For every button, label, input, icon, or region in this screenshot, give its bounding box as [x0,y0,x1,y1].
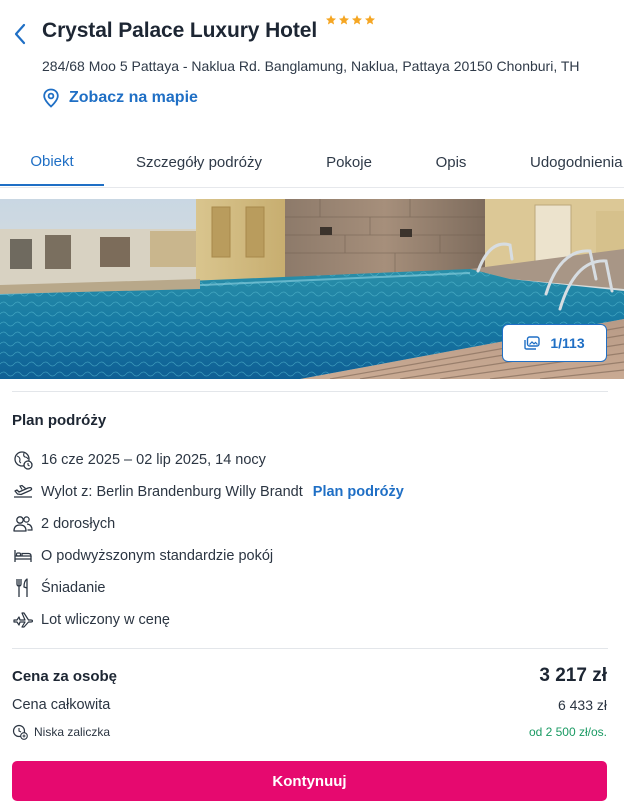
globe-calendar-icon [13,451,33,470]
trip-dates: 16 cze 2025 – 02 lip 2025, 14 nocy [41,452,266,468]
photo-counter-label: 1/113 [550,335,585,351]
board-type: Śniadanie [41,580,106,596]
star-icon [352,15,362,25]
total-price-value: 6 433 zł [557,697,607,713]
low-deposit-value: od 2 500 zł/os. [528,725,607,739]
price-per-person-label: Cena za osobę [12,668,118,685]
tab-amenities[interactable]: Udogodnienia [512,138,624,186]
trip-dates-row: 16 cze 2025 – 02 lip 2025, 14 nocy [12,449,266,471]
flight-row: Lot wliczony w cenę [12,609,170,631]
tab-trip-details[interactable]: Szczegóły podróży [118,138,280,186]
plane-icon [12,612,33,628]
divider [12,391,608,392]
room-row: O podwyższonym standardzie pokój [12,545,273,567]
hotel-name: Crystal Palace Luxury Hotel [42,19,318,42]
plane-takeoff-icon [13,484,32,498]
tab-obiekt[interactable]: Obiekt [0,138,104,186]
room-type: O podwyższonym standardzie pokój [41,548,274,564]
low-deposit-row: Niska zaliczka [12,724,110,740]
star-icon [326,15,336,25]
chevron-left-icon [14,23,26,45]
star-rating [325,14,376,26]
deposit-icon [12,724,28,740]
guests-row: 2 dorosłych [12,513,115,535]
tab-rooms[interactable]: Pokoje [308,138,390,186]
board-row: Śniadanie [12,577,106,599]
see-on-map-label: Zobacz na mapie [69,89,198,106]
see-on-map-link[interactable]: Zobacz na mapie [42,88,198,108]
departure-row: Wylot z: Berlin Brandenburg Willy Brandt… [12,481,404,503]
trip-plan-title: Plan podróży [12,412,107,429]
hotel-header: Crystal Palace Luxury Hotel 284/68 Moo 5… [0,0,624,130]
star-icon [339,15,349,25]
tab-description[interactable]: Opis [416,138,486,186]
low-deposit-label: Niska zaliczka [34,725,111,739]
cutlery-icon [15,578,28,597]
section-tabs: Obiekt Szczegóły podróży Pokoje Opis Udo… [0,138,624,188]
map-pin-icon [43,88,59,108]
bed-icon [13,550,32,562]
users-icon [12,516,33,532]
price-per-person-value: 3 217 zł [539,665,607,686]
continue-button[interactable]: Kontynuuj [12,761,607,801]
departure-airport: Wylot z: Berlin Brandenburg Willy Brandt [41,484,303,500]
trip-plan-link[interactable]: Plan podróży [313,484,404,500]
gallery-icon [524,336,541,350]
guest-count: 2 dorosłych [41,516,116,532]
photo-counter-button[interactable]: 1/113 [502,324,607,362]
flight-included: Lot wliczony w cenę [41,612,170,628]
hotel-address: 284/68 Moo 5 Pattaya - Naklua Rd. Bangla… [42,58,580,74]
star-icon [365,15,375,25]
back-button[interactable] [8,20,32,48]
total-price-label: Cena całkowita [12,697,111,713]
continue-button-label: Kontynuuj [272,772,347,790]
divider [12,648,608,649]
